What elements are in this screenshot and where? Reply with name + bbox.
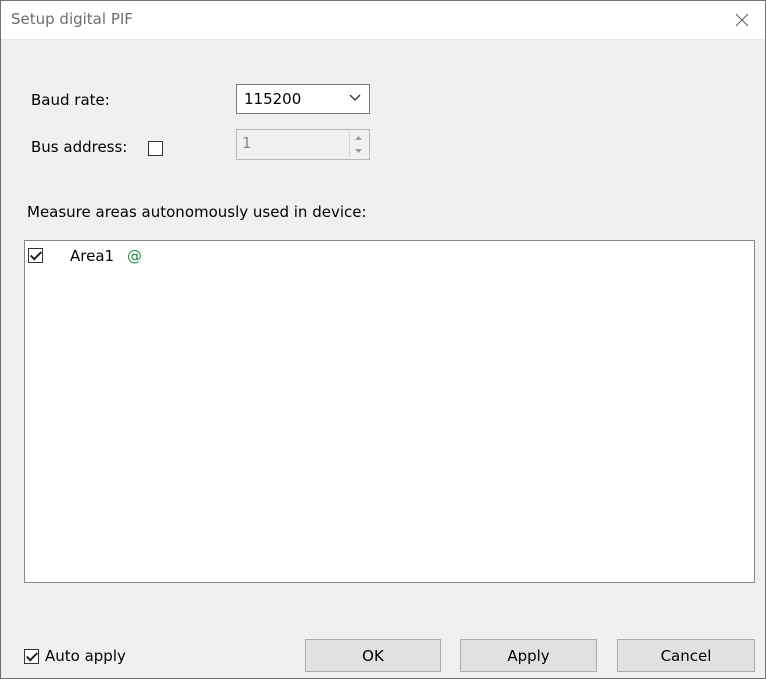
spin-down-icon <box>355 149 362 153</box>
spin-up-icon <box>355 136 362 140</box>
area-checkbox[interactable] <box>28 248 43 263</box>
auto-apply-label: Auto apply <box>45 647 126 665</box>
dialog-window: Setup digital PIF Baud rate: 115200 Bus … <box>0 0 766 679</box>
baud-rate-select[interactable]: 115200 <box>236 84 370 114</box>
at-marker-icon: @ <box>127 247 142 265</box>
cancel-button[interactable]: Cancel <box>617 639 755 672</box>
measure-areas-label: Measure areas autonomously used in devic… <box>27 203 367 221</box>
spin-down-button[interactable] <box>350 145 367 157</box>
title-bar: Setup digital PIF <box>1 1 765 40</box>
bus-address-label: Bus address: <box>31 138 128 156</box>
spin-up-button[interactable] <box>350 132 367 144</box>
bus-address-value: 1 <box>242 134 252 152</box>
area-label: Area1 <box>70 247 115 265</box>
window-title: Setup digital PIF <box>11 10 133 28</box>
ok-button[interactable]: OK <box>305 639 441 672</box>
bus-address-checkbox[interactable] <box>148 141 163 156</box>
list-item[interactable]: Area1 @ <box>28 247 328 266</box>
auto-apply-checkbox[interactable] <box>24 649 39 664</box>
bus-address-spinner[interactable]: 1 <box>236 129 370 160</box>
measure-areas-list[interactable]: Area1 @ <box>24 240 755 583</box>
baud-rate-value: 115200 <box>244 90 302 108</box>
chevron-down-icon <box>349 94 361 101</box>
close-button[interactable] <box>719 1 765 39</box>
spin-buttons <box>349 132 367 157</box>
baud-rate-label: Baud rate: <box>31 91 110 109</box>
apply-button[interactable]: Apply <box>460 639 597 672</box>
close-icon <box>735 13 749 27</box>
